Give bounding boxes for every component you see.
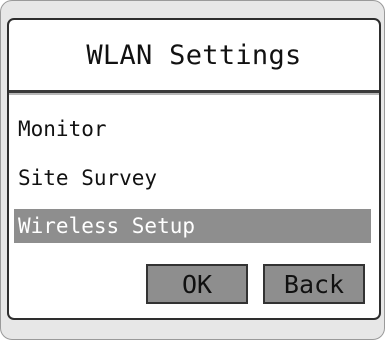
title-divider — [9, 90, 379, 95]
page-title: WLAN Settings — [86, 39, 302, 71]
menu-item-wireless-setup[interactable]: Wireless Setup — [14, 209, 371, 243]
menu-item-site-survey[interactable]: Site Survey — [14, 161, 371, 195]
ok-button[interactable]: OK — [146, 264, 248, 304]
lcd-screen: WLAN Settings Monitor Site Survey Wirele… — [7, 18, 381, 320]
device-frame: WLAN Settings Monitor Site Survey Wirele… — [0, 0, 385, 340]
back-button[interactable]: Back — [263, 264, 365, 304]
menu-item-monitor[interactable]: Monitor — [14, 112, 371, 146]
